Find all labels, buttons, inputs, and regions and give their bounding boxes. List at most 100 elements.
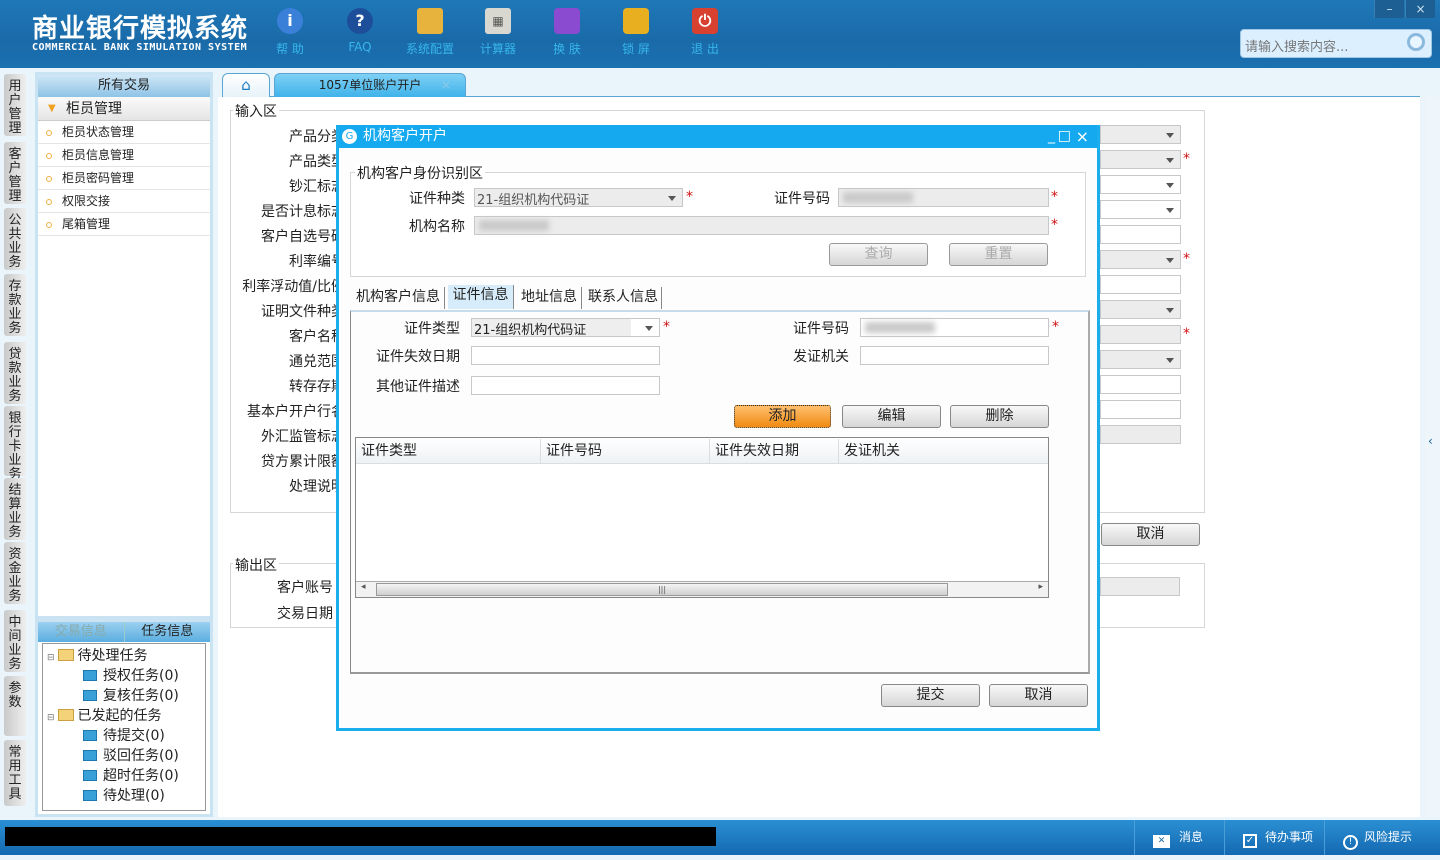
- scroll-left-icon[interactable]: ◂: [361, 582, 366, 592]
- vertical-tab-10[interactable]: 常用工具: [4, 740, 26, 806]
- tree-item[interactable]: 超时任务(0): [47, 766, 205, 786]
- search-input[interactable]: 请输入搜索内容...: [1240, 29, 1432, 58]
- cert-type-select[interactable]: 21-组织机构代码证: [471, 318, 660, 338]
- column-expire-date[interactable]: 证件失效日期: [710, 439, 839, 463]
- tab-contact-info[interactable]: 联系人信息: [585, 287, 662, 309]
- vertical-tab-3[interactable]: 存款业务: [4, 274, 26, 336]
- checkbox-icon: ✓: [1243, 834, 1257, 848]
- collapse-icon[interactable]: ⊟: [47, 653, 55, 663]
- form-input[interactable]: [1100, 425, 1181, 444]
- dialog-titlebar[interactable]: G 机构客户开户 _ □ ×: [339, 125, 1097, 148]
- calculator-button[interactable]: ▦ 计算器: [468, 8, 528, 57]
- lock-screen-button[interactable]: 锁 屏: [606, 8, 666, 57]
- tree-item[interactable]: 待提交(0): [47, 726, 205, 746]
- vertical-tab-5[interactable]: 银行卡业务: [4, 406, 26, 482]
- cancel-button[interactable]: 取消: [1101, 523, 1200, 546]
- form-select[interactable]: [1100, 300, 1181, 319]
- chevron-left-icon[interactable]: ‹: [1428, 434, 1433, 448]
- form-select[interactable]: [1100, 150, 1181, 169]
- form-input[interactable]: [1100, 325, 1181, 344]
- add-button[interactable]: 添加: [734, 405, 831, 428]
- issuer-input[interactable]: [860, 346, 1049, 365]
- form-input[interactable]: [1100, 400, 1181, 419]
- tab-1057[interactable]: 1057单位账户开户 ×: [274, 73, 466, 97]
- risk-alert-button[interactable]: ! 风险提示: [1324, 820, 1440, 855]
- folder-icon: [83, 750, 97, 761]
- tab-cert-info[interactable]: 证件信息: [448, 285, 514, 309]
- tree-item[interactable]: 驳回任务(0): [47, 746, 205, 766]
- edit-button[interactable]: 编辑: [842, 405, 941, 428]
- todo-button[interactable]: ✓ 待办事项: [1224, 820, 1324, 855]
- tab-task-info[interactable]: 任务信息: [125, 622, 211, 642]
- tree-group[interactable]: ⊟ 待处理任务: [47, 646, 205, 666]
- sidebar-item[interactable]: 尾箱管理: [38, 213, 210, 236]
- dialog-maximize-icon[interactable]: □: [1058, 125, 1071, 148]
- delete-button[interactable]: 删除: [950, 405, 1049, 428]
- collapse-icon[interactable]: ⊟: [47, 713, 55, 723]
- vertical-tab-6[interactable]: 结算业务: [4, 478, 26, 540]
- tree-item[interactable]: 授权任务(0): [47, 666, 205, 686]
- tab-address-info[interactable]: 地址信息: [517, 287, 582, 309]
- tree-group-label: 待处理任务: [77, 648, 148, 664]
- sidebar-item[interactable]: 柜员密码管理: [38, 167, 210, 190]
- form-input[interactable]: [1100, 225, 1181, 244]
- cert-no-input[interactable]: [860, 318, 1049, 337]
- minimize-button[interactable]: –: [1374, 0, 1404, 18]
- sidebar-item[interactable]: 权限交接: [38, 190, 210, 213]
- column-cert-no[interactable]: 证件号码: [541, 439, 710, 463]
- help-button[interactable]: i 帮 助: [260, 8, 320, 57]
- column-cert-type[interactable]: 证件类型: [356, 439, 541, 463]
- tree-group[interactable]: ⊟ 已发起的任务: [47, 706, 205, 726]
- scrollbar-thumb[interactable]: |||: [376, 583, 948, 596]
- form-input[interactable]: [1100, 375, 1181, 394]
- messages-button[interactable]: ✕ 消息: [1134, 820, 1224, 855]
- power-icon: ⏻: [692, 8, 718, 34]
- dialog-minimize-icon[interactable]: _: [1048, 125, 1055, 148]
- org-name-input[interactable]: [474, 216, 1049, 235]
- tab-transaction-info[interactable]: 交易信息: [38, 622, 125, 642]
- menu-group-teller[interactable]: ▼ 柜员管理: [38, 97, 210, 121]
- vertical-tab-9[interactable]: 参数: [4, 676, 26, 736]
- form-select[interactable]: [1100, 250, 1181, 269]
- exit-button[interactable]: ⏻ 退 出: [675, 8, 735, 57]
- form-input[interactable]: [1100, 275, 1181, 294]
- sidebar-header[interactable]: 所有交易: [38, 75, 210, 97]
- app-header: 商业银行模拟系统 COMMERCIAL BANK SIMULATION SYST…: [0, 0, 1440, 68]
- id-kind-select[interactable]: 21-组织机构代码证: [474, 188, 683, 208]
- search-icon[interactable]: [1407, 33, 1425, 51]
- vertical-tab-1[interactable]: 客户管理: [4, 142, 26, 204]
- dialog-cancel-button[interactable]: 取消: [989, 684, 1088, 707]
- other-desc-input[interactable]: [471, 376, 660, 395]
- column-issuer[interactable]: 发证机关: [839, 439, 1048, 463]
- system-config-button[interactable]: 系统配置: [400, 8, 460, 57]
- tree-item[interactable]: 复核任务(0): [47, 686, 205, 706]
- tree-item[interactable]: 待处理(0): [47, 786, 205, 806]
- form-select[interactable]: [1100, 350, 1181, 369]
- vertical-tab-8[interactable]: 中间业务: [4, 610, 26, 672]
- reset-button[interactable]: 重置: [949, 243, 1048, 266]
- cert-expire-input[interactable]: [471, 346, 660, 365]
- faq-button[interactable]: ? FAQ: [330, 8, 390, 54]
- collapse-strip[interactable]: ‹: [1425, 97, 1440, 817]
- tab-home[interactable]: ⌂: [222, 73, 270, 97]
- vertical-tab-0[interactable]: 用户管理: [4, 74, 26, 136]
- sidebar-item[interactable]: 柜员状态管理: [38, 121, 210, 144]
- submit-button[interactable]: 提交: [881, 684, 980, 707]
- tab-org-customer-info[interactable]: 机构客户信息: [356, 287, 445, 309]
- close-window-button[interactable]: ×: [1405, 0, 1435, 18]
- tab-close-icon[interactable]: ×: [441, 74, 451, 96]
- vertical-tab-7[interactable]: 资金业务: [4, 542, 26, 604]
- form-select[interactable]: [1100, 175, 1181, 194]
- id-no-input[interactable]: [838, 188, 1049, 207]
- vertical-tab-2[interactable]: 公共业务: [4, 208, 26, 270]
- form-select[interactable]: [1100, 125, 1181, 144]
- scroll-right-icon[interactable]: ▸: [1038, 582, 1043, 592]
- form-select[interactable]: [1100, 200, 1181, 219]
- horizontal-scrollbar[interactable]: ◂ ||| ▸: [356, 581, 1048, 597]
- query-button[interactable]: 查询: [829, 243, 928, 266]
- sidebar-item[interactable]: 柜员信息管理: [38, 144, 210, 167]
- sidebar: 所有交易 ▼ 柜员管理 柜员状态管理 柜员信息管理 柜员密码管理 权限交接 尾箱管理: [35, 72, 213, 619]
- vertical-tab-4[interactable]: 贷款业务: [4, 342, 26, 404]
- dialog-close-icon[interactable]: ×: [1076, 125, 1089, 148]
- skin-button[interactable]: 换 肤: [537, 8, 597, 57]
